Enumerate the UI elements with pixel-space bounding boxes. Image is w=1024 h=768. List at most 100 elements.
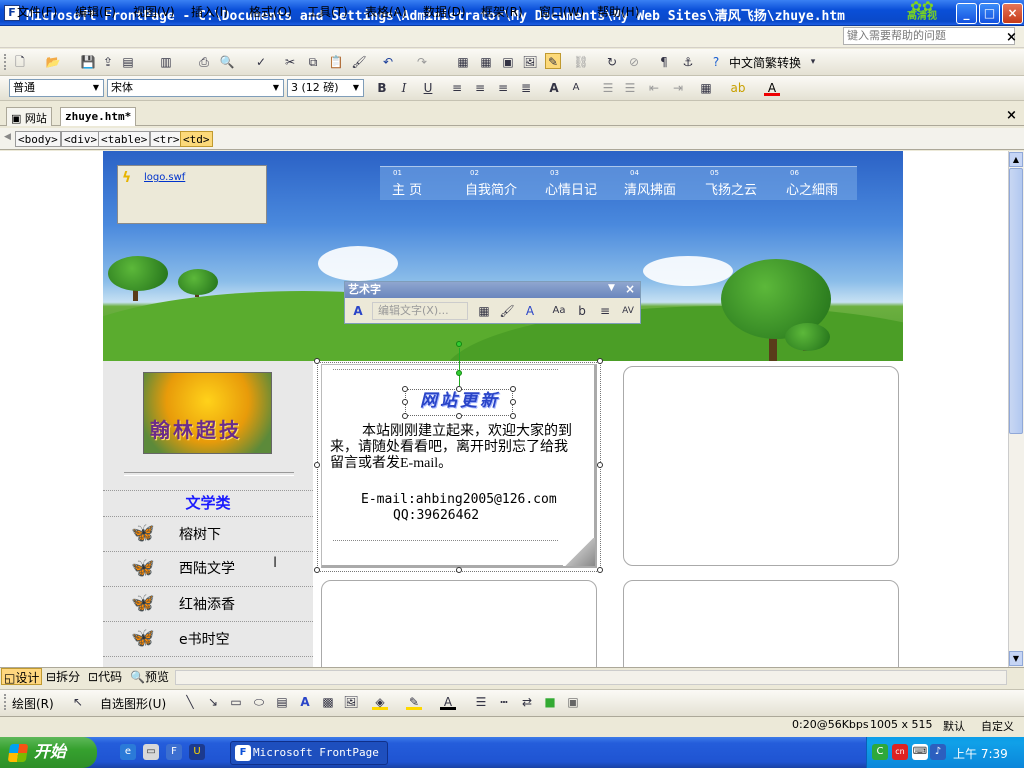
tab-code[interactable]: ⊡代码: [86, 668, 124, 685]
toolbar-close-icon[interactable]: ×: [625, 282, 635, 296]
drawing-icon[interactable]: ✎: [545, 53, 561, 69]
highlight-icon[interactable]: ab: [730, 80, 746, 96]
toolbar-grip[interactable]: [4, 694, 7, 710]
autoshapes-button[interactable]: 自选图形(U): [100, 695, 166, 712]
flash-file-label[interactable]: logo.swf: [144, 172, 185, 183]
content-cell[interactable]: [623, 580, 899, 680]
nav-rain[interactable]: 心之細雨: [786, 179, 838, 198]
insert-layer-icon[interactable]: ▣: [500, 54, 516, 70]
link-eshu[interactable]: e书时空: [179, 629, 230, 649]
refresh-icon[interactable]: ↻: [604, 54, 620, 70]
close-button[interactable]: ×: [1002, 3, 1023, 24]
resize-handle[interactable]: [510, 386, 516, 392]
minimize-button[interactable]: _: [956, 3, 977, 24]
web-component-icon[interactable]: ▦: [455, 54, 471, 70]
font-color-icon[interactable]: A: [440, 694, 456, 710]
cell-handle[interactable]: [314, 462, 320, 468]
cell-handle[interactable]: [314, 567, 320, 573]
insert-table-icon[interactable]: ▦: [478, 54, 494, 70]
tab-split[interactable]: ⊟拆分: [44, 668, 82, 685]
cell-handle[interactable]: [597, 462, 603, 468]
style-select[interactable]: 普通 ▼: [9, 79, 104, 97]
line-icon[interactable]: ╲: [182, 694, 198, 710]
rotate-handle[interactable]: [456, 341, 462, 347]
format-painter-icon[interactable]: 🖌: [351, 54, 367, 70]
taskbar-frontpage[interactable]: Microsoft FrontPage: [230, 741, 388, 765]
bullets-icon[interactable]: ☰: [622, 80, 638, 96]
preview-browser-icon[interactable]: 🔍: [219, 54, 235, 70]
custom-mode[interactable]: 自定义: [981, 718, 1014, 734]
link-rongshuxia[interactable]: 榕树下: [179, 524, 221, 544]
font-select[interactable]: 宋体 ▼: [107, 79, 284, 97]
horizontal-scrollbar[interactable]: [175, 670, 1007, 685]
show-all-icon[interactable]: ¶: [656, 54, 672, 70]
line-style-icon[interactable]: ☰: [473, 694, 489, 710]
menu-insert[interactable]: 插入(I): [191, 3, 228, 20]
menu-data[interactable]: 数据(D): [423, 3, 466, 20]
default-mode[interactable]: 默认: [943, 718, 965, 734]
arrow-style-icon[interactable]: ⇄: [519, 694, 535, 710]
vertical-text-icon[interactable]: b: [574, 303, 590, 319]
resize-handle[interactable]: [510, 413, 516, 419]
align-right-icon[interactable]: ≡: [495, 80, 511, 96]
menu-view[interactable]: 视图(V): [133, 3, 175, 20]
insert-picture-icon[interactable]: 🖼: [343, 694, 359, 710]
menu-help[interactable]: 帮助(H): [597, 3, 639, 20]
tray-network-icon[interactable]: C: [872, 744, 888, 760]
rectangle-icon[interactable]: ▭: [228, 694, 244, 710]
resize-handle[interactable]: [510, 399, 516, 405]
tag-td[interactable]: <td>: [180, 131, 213, 147]
tag-body[interactable]: <body>: [15, 131, 61, 147]
nav-about[interactable]: 自我简介: [465, 179, 517, 198]
menu-frames[interactable]: 框架(R): [481, 3, 523, 20]
scroll-up-icon[interactable]: ▲: [1009, 152, 1023, 167]
folder-list-icon[interactable]: ▤: [120, 54, 136, 70]
tray-ime-icon[interactable]: cn: [892, 744, 908, 760]
tab-zhuye[interactable]: zhuye.htm*: [60, 107, 137, 126]
resize-handle[interactable]: [402, 399, 408, 405]
italic-icon[interactable]: I: [396, 80, 412, 96]
chevron-down-icon[interactable]: ▼: [90, 81, 102, 95]
decrease-indent-icon[interactable]: ⇤: [646, 80, 662, 96]
nav-breeze[interactable]: 清风拂面: [624, 179, 676, 198]
scroll-down-icon[interactable]: ▼: [1009, 651, 1023, 666]
wordart-toolbar-title[interactable]: 艺术字: [345, 282, 640, 298]
open-folder-icon[interactable]: 📂: [45, 54, 61, 70]
shadow-style-icon[interactable]: ■: [542, 694, 558, 710]
print-icon[interactable]: ⎙: [196, 54, 212, 70]
align-left-icon[interactable]: ≡: [449, 80, 465, 96]
stop-icon[interactable]: ⊘: [626, 54, 642, 70]
tray-volume-icon[interactable]: ♪: [930, 744, 946, 760]
menu-format[interactable]: 格式(O): [249, 3, 292, 20]
increase-font-icon[interactable]: A: [546, 80, 562, 96]
publish-icon[interactable]: ⇪: [100, 54, 116, 70]
spelling-icon[interactable]: ✓: [253, 54, 269, 70]
tab-design[interactable]: ◱设计: [1, 668, 43, 685]
3d-style-icon[interactable]: ▣: [565, 694, 581, 710]
anchor-icon[interactable]: ⚓: [680, 54, 696, 70]
menu-edit[interactable]: 编辑(E): [75, 3, 116, 20]
app-quicklaunch-icon[interactable]: U: [189, 744, 205, 760]
wordart-shape-icon[interactable]: A: [522, 303, 538, 319]
resize-handle[interactable]: [402, 386, 408, 392]
insert-picture-icon[interactable]: 🖼: [522, 54, 538, 70]
nav-home[interactable]: 主 页: [392, 179, 422, 198]
link-hongxiu[interactable]: 红袖添香: [179, 594, 235, 614]
content-cell[interactable]: [623, 366, 899, 566]
cell-handle[interactable]: [597, 358, 603, 364]
char-spacing-button[interactable]: AV: [620, 303, 636, 319]
insert-wordart-icon[interactable]: A: [297, 694, 313, 710]
rotate-handle[interactable]: [456, 370, 462, 376]
resize-handle[interactable]: [456, 413, 462, 419]
show-desktop-icon[interactable]: ▭: [143, 744, 159, 760]
underline-icon[interactable]: U: [420, 80, 436, 96]
new-page-icon[interactable]: 🗋: [12, 54, 28, 70]
chevron-down-icon[interactable]: ▼: [270, 81, 282, 95]
wordart-align-icon[interactable]: ≡: [597, 303, 613, 319]
same-height-button[interactable]: Aa: [551, 303, 567, 319]
tag-div[interactable]: <div>: [61, 131, 101, 147]
font-color-icon[interactable]: A: [764, 80, 780, 96]
borders-icon[interactable]: ▦: [698, 80, 714, 96]
page-size[interactable]: 1005 x 515: [870, 718, 933, 731]
cell-handle[interactable]: [597, 567, 603, 573]
